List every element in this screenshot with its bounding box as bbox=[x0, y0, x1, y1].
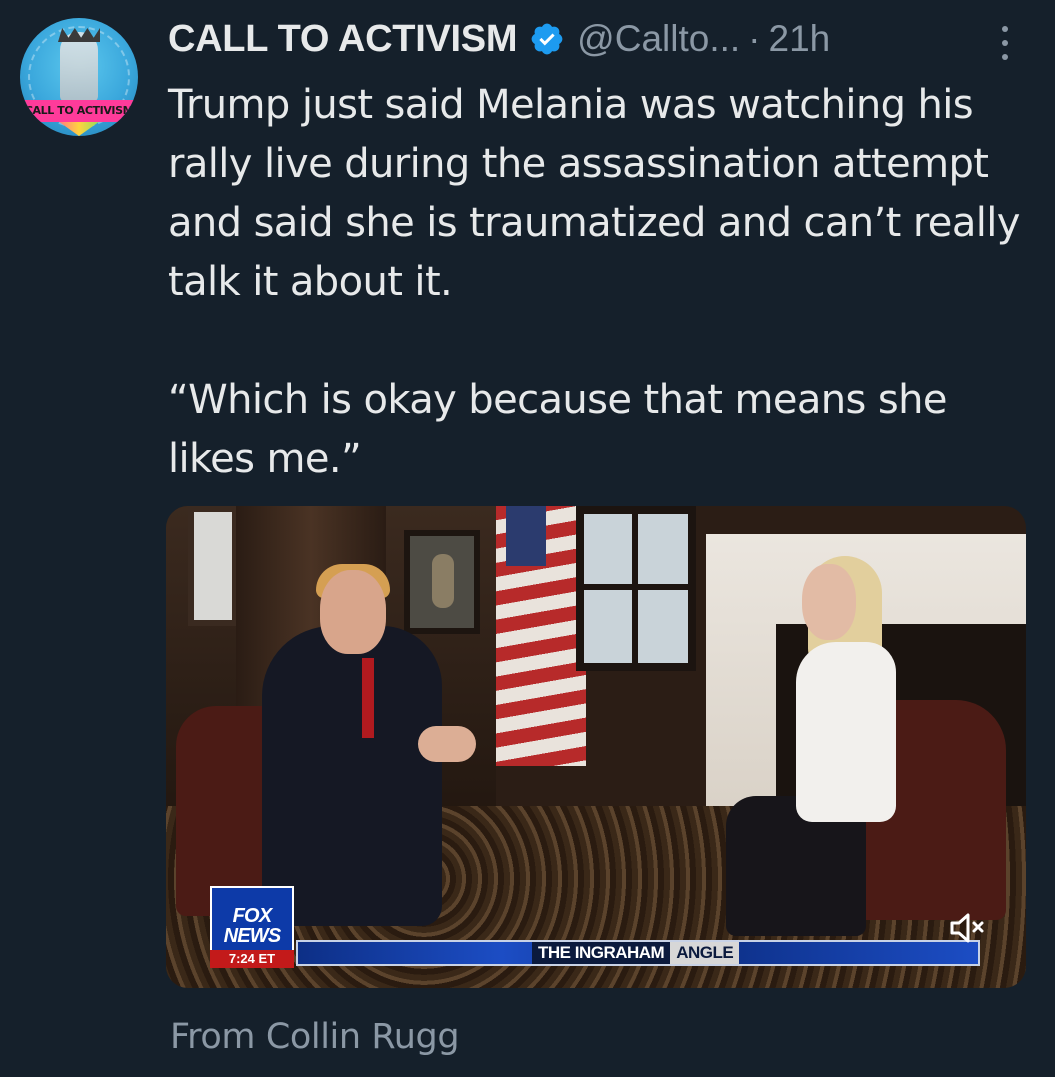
scene-person-left-hands bbox=[418, 726, 476, 762]
show-title-label: THE INGRAHAM ANGLE bbox=[532, 942, 740, 964]
scene-window bbox=[188, 506, 238, 626]
scene-flag-canton bbox=[506, 506, 546, 566]
avatar-statue-graphic bbox=[60, 32, 98, 102]
author-avatar[interactable]: CALL TO ACTIVISM bbox=[20, 18, 138, 136]
video-player[interactable]: THE INGRAHAM ANGLE FOX NEWS 7:24 ET bbox=[166, 506, 1026, 988]
author-display-name[interactable]: CALL TO ACTIVISM bbox=[168, 18, 517, 61]
more-dot bbox=[1002, 40, 1008, 46]
muted-speaker-icon[interactable] bbox=[946, 908, 990, 948]
scene-window bbox=[576, 506, 696, 671]
scene-person-right-head bbox=[802, 564, 856, 640]
scene-person-left-tie bbox=[362, 658, 374, 738]
tweet-paragraph: Trump just said Melania was watching his… bbox=[168, 82, 1020, 305]
scene-person-left-head bbox=[320, 570, 386, 654]
broadcast-clock: 7:24 ET bbox=[210, 950, 294, 968]
tweet-timestamp[interactable]: 21h bbox=[769, 18, 831, 60]
show-title-part2: ANGLE bbox=[670, 942, 740, 964]
media-attribution[interactable]: From Collin Rugg bbox=[170, 1017, 460, 1057]
network-logo-line1: FOX bbox=[232, 905, 273, 927]
network-logo-line2: NEWS bbox=[223, 925, 282, 947]
more-dot bbox=[1002, 54, 1008, 60]
header-separator: · bbox=[748, 18, 761, 59]
scene-person-right-jacket bbox=[796, 642, 896, 822]
verified-badge-icon[interactable] bbox=[529, 21, 565, 57]
more-options-icon[interactable] bbox=[995, 20, 1015, 66]
tweet-card[interactable]: CALL TO ACTIVISM CALL TO ACTIVISM @Callt… bbox=[0, 0, 1055, 1077]
more-dot bbox=[1002, 26, 1008, 32]
tweet-text: Trump just said Melania was watching his… bbox=[168, 76, 1038, 489]
scene-person-left bbox=[262, 626, 442, 926]
author-handle[interactable]: @Callto... bbox=[577, 18, 740, 60]
show-title-part1: THE INGRAHAM bbox=[532, 942, 671, 964]
avatar-logo-text: CALL TO ACTIVISM bbox=[20, 100, 138, 122]
tweet-header: CALL TO ACTIVISM @Callto... · 21h bbox=[168, 14, 830, 64]
tweet-paragraph: “Which is okay because that means she li… bbox=[168, 377, 947, 482]
scene-painting bbox=[404, 530, 480, 634]
video-frame bbox=[166, 506, 1026, 988]
